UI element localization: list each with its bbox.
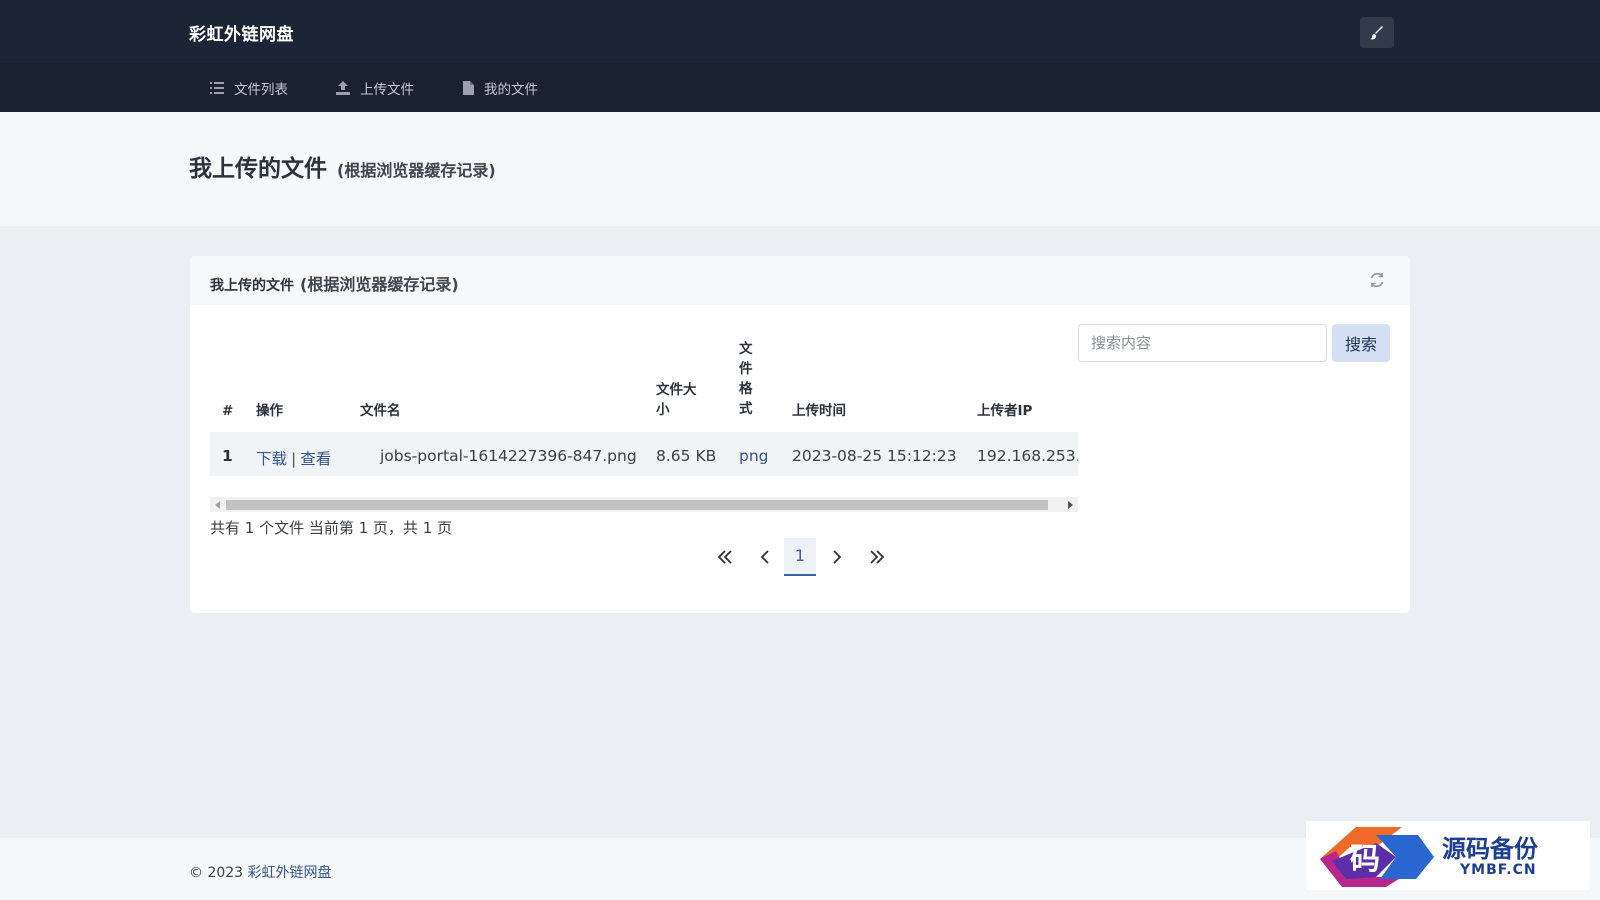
refresh-icon[interactable] [1368, 271, 1386, 289]
file-icon [463, 80, 474, 95]
table-scrollbar[interactable] [210, 497, 1078, 512]
nav-item-my-files[interactable]: 我的文件 [463, 63, 538, 112]
search-button[interactable]: 搜索 [1332, 324, 1390, 362]
double-chevron-left-icon [717, 550, 732, 564]
watermark-title: 源码备份 [1442, 834, 1538, 863]
column-header-size: 文件大小 [656, 382, 697, 418]
view-link[interactable]: 查看 [300, 450, 331, 468]
upload-icon [336, 80, 350, 95]
row-index: 1 [222, 447, 233, 465]
nav-item-label: 我的文件 [484, 81, 538, 98]
scroll-thumb[interactable] [226, 500, 1048, 510]
pagination-summary: 共有 1 个文件 当前第 1 页，共 1 页 [210, 519, 453, 537]
app-title[interactable]: 彩虹外链网盘 [189, 20, 294, 45]
card-title-main: 我上传的文件 [210, 278, 294, 294]
row-ip: 192.168.253.* [977, 447, 1078, 465]
column-header-ip: 上传者IP [977, 403, 1033, 419]
row-format[interactable]: png [739, 447, 769, 465]
column-header-filename: 文件名 [360, 403, 401, 419]
row-filename: jobs-portal-1614227396-847.png [380, 447, 637, 465]
download-link[interactable]: 下载 [256, 450, 287, 468]
last-page-button[interactable] [862, 538, 892, 576]
column-header-index: # [222, 403, 234, 419]
search-input[interactable] [1078, 324, 1327, 362]
action-separator: | [291, 450, 297, 468]
nav-item-upload[interactable]: 上传文件 [336, 63, 414, 112]
watermark-logo: 码 源码备份 YMBF.CN [1306, 821, 1590, 890]
nav-bar: 文件列表 上传文件 我的文件 [0, 63, 1600, 112]
chevron-right-icon [833, 550, 842, 564]
watermark-char: 码 [1350, 842, 1380, 877]
nav-item-label: 上传文件 [360, 81, 414, 98]
scroll-right-arrow[interactable] [1068, 501, 1073, 509]
page-title-subtitle: (根据浏览器缓存记录) [337, 161, 496, 180]
row-size: 8.65 KB [656, 447, 717, 465]
column-header-actions: 操作 [256, 403, 283, 419]
prev-page-button[interactable] [750, 538, 780, 576]
double-chevron-right-icon [870, 550, 885, 564]
card-title: 我上传的文件 (根据浏览器缓存记录) [210, 271, 459, 295]
top-bar: 彩虹外链网盘 [0, 0, 1600, 63]
page-title-main: 我上传的文件 [189, 156, 327, 182]
theme-toggle-button[interactable] [1360, 17, 1394, 48]
page-number-current[interactable]: 1 [784, 538, 816, 576]
footer-text: © 2023 彩虹外链网盘 [189, 862, 332, 882]
footer-copyright: © 2023 [189, 865, 244, 881]
page-header: 我上传的文件 (根据浏览器缓存记录) [0, 112, 1600, 226]
footer-brand-link[interactable]: 彩虹外链网盘 [248, 865, 332, 881]
row-time: 2023-08-25 15:12:23 [792, 447, 957, 465]
card-header: 我上传的文件 (根据浏览器缓存记录) [190, 256, 1410, 305]
first-page-button[interactable] [710, 538, 740, 576]
brush-icon [1370, 25, 1383, 39]
next-page-button[interactable] [822, 538, 852, 576]
page-title: 我上传的文件 (根据浏览器缓存记录) [189, 149, 496, 183]
row-actions: 下载 | 查看 [256, 447, 331, 469]
watermark-url: YMBF.CN [1460, 862, 1537, 878]
scroll-left-arrow[interactable] [215, 501, 220, 509]
list-icon [210, 81, 224, 94]
card-title-subtitle: (根据浏览器缓存记录) [300, 275, 459, 294]
column-header-format: 文件格式 [739, 341, 753, 417]
chevron-left-icon [760, 550, 769, 564]
files-card: 我上传的文件 (根据浏览器缓存记录) 搜索 # 操作 文件名 文件大小 文件格式… [190, 256, 1410, 613]
nav-item-label: 文件列表 [234, 81, 288, 98]
column-header-time: 上传时间 [792, 403, 846, 419]
nav-item-file-list[interactable]: 文件列表 [210, 63, 288, 112]
